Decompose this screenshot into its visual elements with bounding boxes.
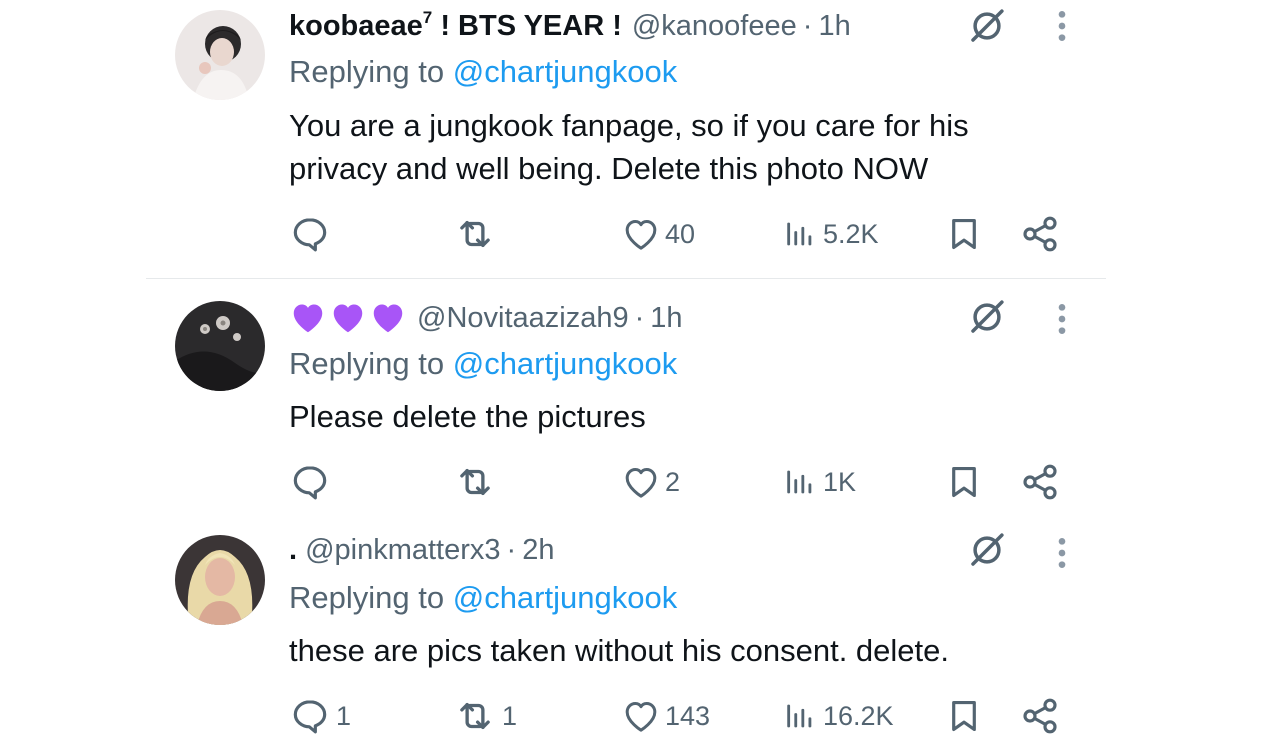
tweet-text: these are pics taken without his consent…	[289, 633, 950, 668]
avatar[interactable]	[175, 535, 265, 625]
bookmark-icon	[945, 462, 983, 502]
bookmark-button[interactable]	[945, 460, 983, 504]
action-bar: 2 1K	[0, 460, 1280, 504]
share-button[interactable]	[1020, 694, 1060, 738]
mention-link[interactable]: @chartjungkook	[453, 54, 677, 89]
views-button[interactable]: 5.2K	[783, 212, 879, 256]
display-name[interactable]: .	[289, 534, 297, 567]
bookmark-button[interactable]	[945, 212, 983, 256]
replying-to: Replying to @chartjungkook	[289, 346, 678, 381]
grok-icon[interactable]	[966, 529, 1008, 571]
bookmark-icon	[945, 696, 983, 736]
views-icon	[783, 465, 817, 499]
share-icon	[1020, 462, 1060, 502]
repost-icon	[454, 213, 496, 255]
reply-icon	[290, 214, 330, 254]
separator: ·	[634, 301, 645, 334]
like-count: 40	[665, 218, 696, 249]
repost-count: 1	[502, 700, 518, 731]
like-count: 143	[665, 700, 711, 731]
mention-link[interactable]: @chartjungkook	[453, 346, 677, 381]
timestamp[interactable]: 1h	[818, 10, 850, 43]
repost-icon	[454, 695, 496, 737]
grok-icon[interactable]	[966, 5, 1008, 47]
avatar[interactable]	[175, 10, 265, 100]
reply-button[interactable]: 1	[290, 694, 351, 738]
share-button[interactable]	[1020, 460, 1060, 504]
purple-heart-icon	[329, 299, 367, 337]
share-button[interactable]	[1020, 212, 1060, 256]
view-count: 5.2K	[823, 218, 879, 249]
tweet-header: koobaeae7 ! BTS YEAR ! @kanoofeee · 1h	[289, 6, 851, 46]
like-icon	[621, 696, 661, 736]
like-icon	[621, 462, 661, 502]
view-count: 16.2K	[823, 700, 894, 731]
display-name[interactable]: koobaeae7 ! BTS YEAR !	[289, 8, 622, 43]
grok-icon[interactable]	[966, 296, 1008, 338]
bookmark-button[interactable]	[945, 694, 983, 738]
user-handle[interactable]: @pinkmatterx3	[305, 534, 500, 567]
mention-link[interactable]: @chartjungkook	[453, 580, 677, 615]
avatar[interactable]	[175, 301, 265, 391]
repost-icon	[454, 461, 496, 503]
views-button[interactable]: 16.2K	[783, 694, 894, 738]
action-bar: 1 1 143 16.2K	[0, 694, 1280, 738]
separator: ·	[802, 9, 813, 42]
tweet-text: Please delete the pictures	[289, 399, 646, 434]
more-icon[interactable]	[1048, 533, 1076, 575]
repost-button[interactable]	[454, 212, 502, 256]
purple-heart-icon	[289, 299, 327, 337]
user-handle[interactable]: @kanoofeee	[632, 10, 797, 43]
timestamp[interactable]: 1h	[650, 302, 682, 335]
tweet-header: . @pinkmatterx3 · 2h	[289, 530, 554, 570]
bookmark-icon	[945, 214, 983, 254]
like-button[interactable]: 2	[621, 460, 680, 504]
like-button[interactable]: 40	[621, 212, 695, 256]
tweet-header: @Novitaazizah9 · 1h	[289, 298, 683, 338]
like-icon	[621, 214, 661, 254]
more-icon[interactable]	[1048, 299, 1076, 341]
user-handle[interactable]: @Novitaazizah9	[417, 302, 629, 335]
separator: ·	[506, 533, 517, 566]
reply-icon	[290, 696, 330, 736]
more-icon[interactable]	[1048, 6, 1076, 48]
divider	[146, 278, 1106, 279]
purple-heart-icon	[369, 299, 407, 337]
action-bar: 40 5.2K	[0, 212, 1280, 256]
reply-count: 1	[336, 700, 352, 731]
view-count: 1K	[823, 466, 857, 497]
views-icon	[783, 699, 817, 733]
reply-icon	[290, 462, 330, 502]
share-icon	[1020, 214, 1060, 254]
timestamp[interactable]: 2h	[522, 534, 554, 567]
views-button[interactable]: 1K	[783, 460, 856, 504]
tweet-text: You are a jungkook fanpage, so if you ca…	[289, 108, 969, 186]
replying-to: Replying to @chartjungkook	[289, 580, 678, 615]
like-count: 2	[665, 466, 681, 497]
display-name[interactable]	[289, 299, 407, 337]
reply-button[interactable]	[290, 212, 336, 256]
like-button[interactable]: 143	[621, 694, 710, 738]
replying-to: Replying to @chartjungkook	[289, 54, 678, 89]
reply-button[interactable]	[290, 460, 336, 504]
repost-button[interactable]: 1	[454, 694, 517, 738]
repost-button[interactable]	[454, 460, 502, 504]
views-icon	[783, 217, 817, 251]
share-icon	[1020, 696, 1060, 736]
